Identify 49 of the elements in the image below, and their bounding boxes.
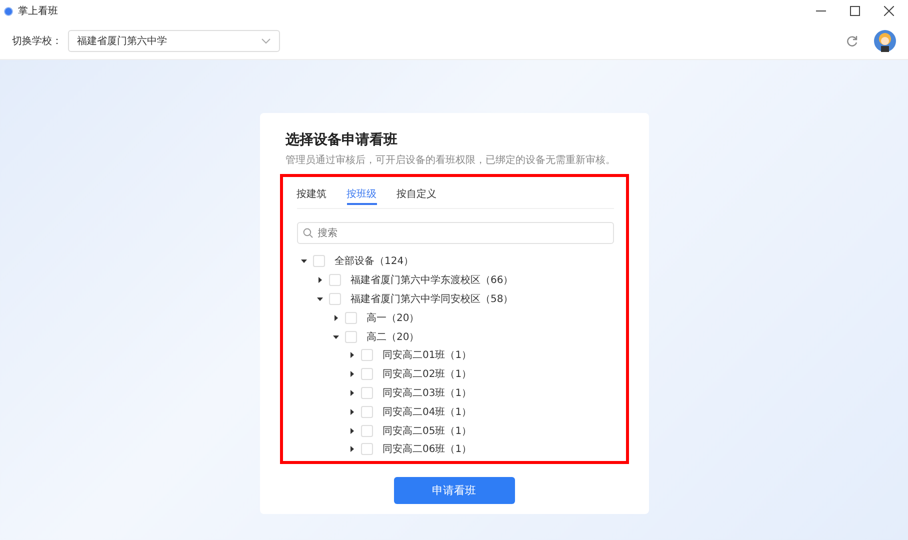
tab[interactable]: 按自定义 [396,187,436,205]
checkbox[interactable] [360,386,372,399]
refresh-icon[interactable] [846,34,858,46]
tree-item-label[interactable]: 全部设备（124） [334,254,414,268]
checkbox[interactable] [344,330,356,343]
tree-item-label[interactable]: 同安高二06班（1） [382,442,472,456]
chevron-down-icon [261,38,271,44]
checkbox[interactable] [360,443,372,456]
card-subtitle: 管理员通过审核后，可开启设备的看班权限，已绑定的设备无需重新审核。 [286,154,616,167]
tree-item-label[interactable]: 福建省厦门第六中学东渡校区（66） [350,273,514,288]
tree-item-label[interactable]: 同安高二05班（1） [382,424,472,438]
tree-item-label[interactable]: 高二（20） [366,330,420,344]
caret-icon[interactable] [348,408,354,415]
checkbox[interactable] [328,274,340,286]
checkbox[interactable] [312,255,324,268]
caret-icon[interactable] [316,277,322,284]
tab[interactable]: 按班级 [346,187,376,205]
tree-item-label[interactable]: 高一（20） [366,310,420,325]
app-logo-icon [4,6,13,16]
avatar-icon[interactable] [874,30,896,52]
checkbox[interactable] [360,349,372,362]
tab[interactable]: 按建筑 [296,187,326,205]
window-title: 掌上看班 [18,4,58,18]
tree-item-label[interactable]: 同安高二03班（1） [382,386,472,400]
school-select[interactable]: 福建省厦门第六中学 [68,30,280,52]
card-title: 选择设备申请看班 [286,131,398,149]
school-label: 切换学校： [12,34,62,48]
checkbox[interactable] [328,292,340,305]
checkbox[interactable] [360,424,372,437]
caret-icon[interactable] [348,446,354,452]
search-field[interactable]: 搜索 [296,222,614,244]
tree-item-label[interactable]: 福建省厦门第六中学同安校区（58） [350,292,514,306]
checkbox[interactable] [360,406,372,418]
caret-icon[interactable] [316,296,322,302]
checkbox[interactable] [360,368,372,380]
tree-item-label[interactable]: 同安高二02班（1） [382,367,472,382]
tree-item-label[interactable]: 同安高二01班（1） [382,348,472,362]
tree-item-label[interactable]: 同安高二04班（1） [382,404,472,419]
caret-icon[interactable] [332,314,338,321]
caret-icon[interactable] [348,428,354,434]
caret-icon[interactable] [348,390,354,396]
checkbox[interactable] [344,312,356,324]
maximize-icon[interactable] [850,6,860,16]
caret-icon[interactable] [332,334,338,340]
apply-button[interactable]: 申请看班 [394,477,514,504]
caret-icon[interactable] [300,258,306,264]
caret-icon[interactable] [348,352,354,358]
close-icon[interactable] [884,6,894,16]
caret-icon[interactable] [348,371,354,378]
